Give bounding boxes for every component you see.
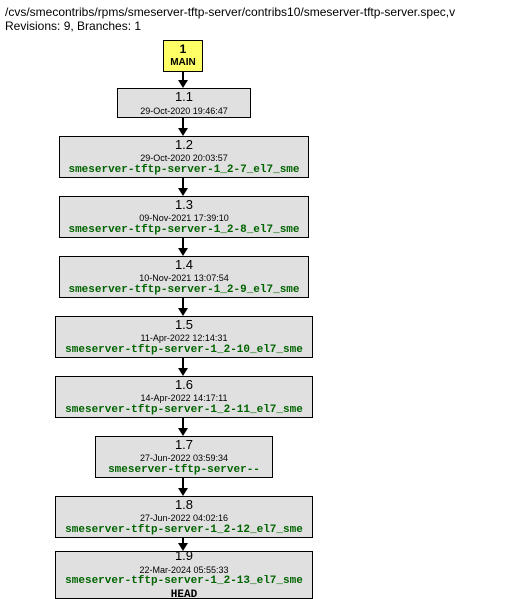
arrow-icon [178,368,188,376]
diagram-canvas: /cvs/smecontribs/rpms/smeserver-tftp-ser… [0,0,518,599]
arrow-icon [178,188,188,196]
rev-date: 10-Nov-2021 13:07:54 [139,273,229,283]
rev-date: 14-Apr-2022 14:17:11 [141,393,228,403]
rev-number: 1.5 [175,318,193,333]
rev-date: 22-Mar-2024 05:55:33 [139,565,228,575]
rev-number: 1.8 [175,498,193,513]
rev-tag: smeserver-tftp-server-1_2-7_el7_sme [68,164,299,177]
rev-date: 27-Jun-2022 04:02:16 [140,513,228,523]
rev-number: 1.6 [175,378,193,393]
rev-tag: smeserver-tftp-server-1_2-13_el7_sme [65,575,303,588]
revision-node-1-1[interactable]: 1.1 29-Oct-2020 19:46:47 [117,88,251,118]
rev-tag: smeserver-tftp-server-1_2-10_el7_sme [65,344,303,357]
revision-node-1-2[interactable]: 1.2 29-Oct-2020 20:03:57 smeserver-tftp-… [59,136,309,178]
arrow-icon [178,308,188,316]
repo-path: /cvs/smecontribs/rpms/smeserver-tftp-ser… [5,5,455,19]
rev-tag: smeserver-tftp-server-1_2-9_el7_sme [68,284,299,297]
rev-date: 29-Oct-2020 19:46:47 [140,106,228,116]
branch-label: MAIN [170,57,196,69]
rev-number: 1.3 [175,198,193,213]
arrow-icon [178,248,188,256]
rev-number: 1.2 [175,138,193,153]
revision-node-1-4[interactable]: 1.4 10-Nov-2021 13:07:54 smeserver-tftp-… [59,256,309,298]
rev-head-label: HEAD [171,589,197,599]
rev-tag: smeserver-tftp-server-1_2-12_el7_sme [65,524,303,537]
rev-tag: smeserver-tftp-server-1_2-8_el7_sme [68,224,299,237]
rev-date: 27-Jun-2022 03:59:34 [140,453,228,463]
header-block: /cvs/smecontribs/rpms/smeserver-tftp-ser… [5,5,455,33]
revision-node-1-5[interactable]: 1.5 11-Apr-2022 12:14:31 smeserver-tftp-… [55,316,313,358]
rev-number: 1.4 [175,258,193,273]
revision-node-1-9[interactable]: 1.9 22-Mar-2024 05:55:33 smeserver-tftp-… [55,551,313,599]
rev-number: 1.1 [175,90,193,105]
branch-number: 1 [180,43,187,57]
arrow-icon [178,128,188,136]
revision-node-1-3[interactable]: 1.3 09-Nov-2021 17:39:10 smeserver-tftp-… [59,196,309,238]
revision-node-1-7[interactable]: 1.7 27-Jun-2022 03:59:34 smeserver-tftp-… [95,436,273,478]
rev-tag: smeserver-tftp-server-- [108,464,260,477]
rev-date: 11-Apr-2022 12:14:31 [141,333,228,343]
arrow-icon [178,488,188,496]
branch-main[interactable]: 1 MAIN [163,40,203,72]
revision-node-1-6[interactable]: 1.6 14-Apr-2022 14:17:11 smeserver-tftp-… [55,376,313,418]
rev-number: 1.9 [175,549,193,564]
rev-number: 1.7 [175,438,193,453]
rev-date: 09-Nov-2021 17:39:10 [139,213,229,223]
rev-tag: smeserver-tftp-server-1_2-11_el7_sme [65,404,303,417]
revision-node-1-8[interactable]: 1.8 27-Jun-2022 04:02:16 smeserver-tftp-… [55,496,313,538]
arrow-icon [178,428,188,436]
rev-date: 29-Oct-2020 20:03:57 [140,153,228,163]
arrow-icon [178,80,188,88]
revisions-count: Revisions: 9, Branches: 1 [5,19,455,33]
